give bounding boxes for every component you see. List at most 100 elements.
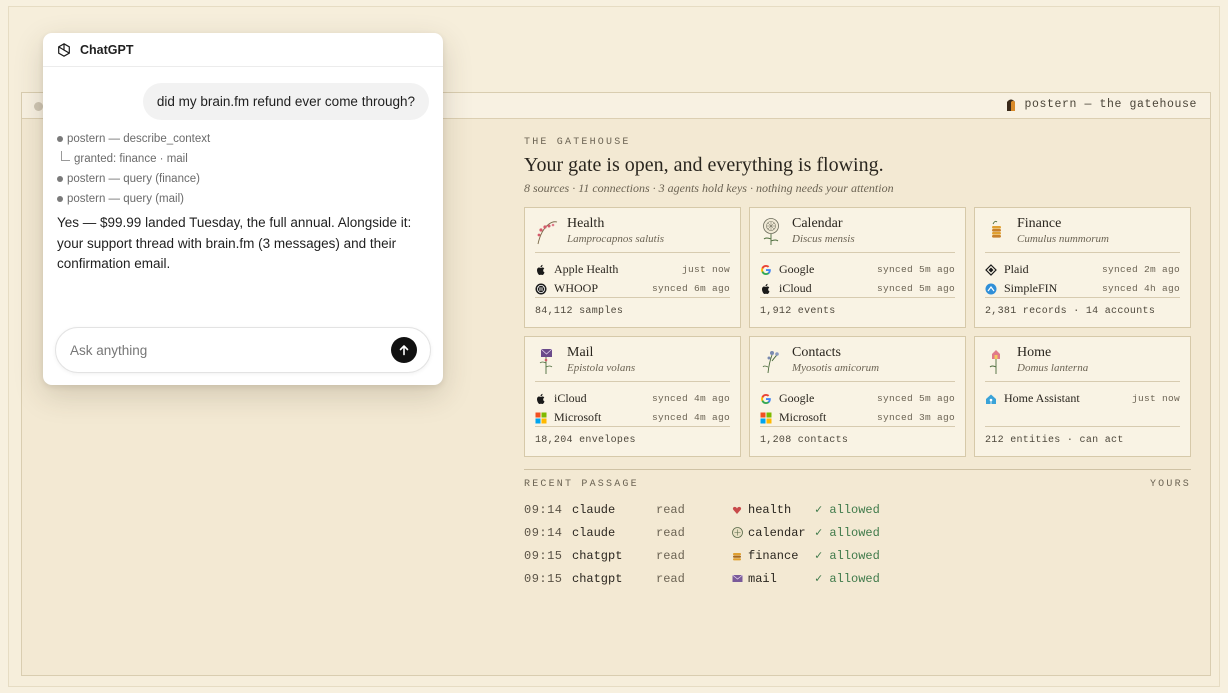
card-header: Calendar Discus mensis	[760, 216, 955, 253]
source-row[interactable]: Google synced 5m ago	[760, 260, 955, 279]
card-mail[interactable]: Mail Epistola volans iCloud synced 4m ag…	[524, 336, 741, 457]
passage-status: ✓ allowed	[815, 549, 880, 563]
card-title: Mail	[567, 345, 594, 360]
card-title: Contacts	[792, 345, 841, 360]
card-latin-name: Lamprocapnos salutis	[567, 233, 665, 245]
chat-composer	[55, 327, 431, 373]
card-calendar[interactable]: Calendar Discus mensis Google synced 5m …	[749, 207, 966, 328]
assistant-answer: Yes — $99.99 landed Tuesday, the full an…	[57, 215, 412, 271]
envelope-icon	[732, 573, 748, 585]
source-row[interactable]: Apple Health just now	[535, 260, 730, 279]
card-home[interactable]: Home Domus lanterna Home Assistant just …	[974, 336, 1191, 457]
microsoft-icon	[535, 412, 547, 424]
passage-target: health	[748, 502, 792, 517]
passage-status: ✓ allowed	[815, 526, 880, 540]
passage-filter-label[interactable]: YOURS	[1150, 479, 1191, 490]
source-row[interactable]: Google synced 5m ago	[760, 389, 955, 408]
apple-icon	[760, 283, 772, 295]
source-row[interactable]: Home Assistant just now	[985, 389, 1180, 408]
sync-status: synced 5m ago	[876, 393, 955, 404]
source-row[interactable]: Microsoft synced 3m ago	[760, 408, 955, 427]
card-header: Home Domus lanterna	[985, 345, 1180, 382]
source-row[interactable]: iCloud synced 4m ago	[535, 389, 730, 408]
trace-text: granted: finance · mail	[74, 153, 188, 165]
source-name: WHOOP	[554, 281, 598, 295]
source-row[interactable]: iCloud synced 5m ago	[760, 279, 955, 298]
window-close-dot[interactable]	[34, 102, 43, 111]
home-assistant-icon	[985, 393, 997, 405]
source-name: Plaid	[1004, 262, 1029, 276]
openai-logo-icon	[58, 42, 70, 57]
passage-action: read	[656, 548, 685, 563]
coins-icon	[732, 550, 748, 562]
card-latin-name: Myosotis amicorum	[792, 362, 880, 374]
sync-status: synced 6m ago	[651, 283, 730, 294]
gatehouse-main: THE GATEHOUSE Your gate is open, and eve…	[524, 137, 1191, 590]
card-title: Calendar	[792, 216, 843, 231]
card-latin-name: Domus lanterna	[1017, 362, 1089, 374]
sync-status: synced 4h ago	[1101, 283, 1180, 294]
arrow-up-icon	[399, 345, 409, 356]
passage-agent: claude	[572, 525, 616, 540]
sync-status: synced 5m ago	[876, 264, 955, 275]
source-row[interactable]: SimpleFIN synced 4h ago	[985, 279, 1180, 298]
flying-letter-icon	[539, 348, 553, 374]
card-title: Health	[567, 216, 605, 231]
card-footer-count: 1,208 contacts	[760, 426, 955, 456]
source-name: iCloud	[554, 391, 587, 405]
card-health[interactable]: Health Lamprocapnos salutis Apple Health…	[524, 207, 741, 328]
source-row[interactable]: Plaid synced 2m ago	[985, 260, 1180, 279]
passage-row: 09:15 chatgpt read finance ✓ allowed	[524, 544, 1191, 567]
trace-text: postern — query (mail)	[67, 193, 184, 205]
bullet-dot-icon	[57, 196, 63, 202]
passage-agent: chatgpt	[572, 571, 623, 586]
whoop-icon: W	[535, 283, 547, 295]
sync-status: just now	[1131, 393, 1180, 404]
page-headline: Your gate is open, and everything is flo…	[524, 154, 884, 176]
card-footer-count: 18,204 envelopes	[535, 426, 730, 456]
card-footer-count: 212 entities · can act	[985, 426, 1180, 456]
card-title: Home	[1017, 345, 1052, 360]
forget-me-not-icon	[762, 351, 779, 374]
chat-input[interactable]	[70, 342, 391, 358]
card-header: Contacts Myosotis amicorum	[760, 345, 955, 382]
passage-action: read	[656, 571, 685, 586]
passage-title: RECENT PASSAGE	[524, 479, 639, 490]
card-footer-count: 84,112 samples	[535, 297, 730, 327]
source-row[interactable]: Microsoft synced 4m ago	[535, 408, 730, 427]
trace-step[interactable]: postern — query (finance)	[57, 169, 210, 189]
card-title: Finance	[1017, 216, 1062, 231]
passage-action: read	[656, 502, 685, 517]
microsoft-icon	[760, 412, 772, 424]
passage-row: 09:14 claude read calendar ✓ allowed	[524, 521, 1191, 544]
trace-step[interactable]: postern — describe_context	[57, 129, 210, 149]
source-name: iCloud	[779, 281, 812, 295]
card-latin-name: Cumulus nummorum	[1017, 233, 1109, 245]
trace-step[interactable]: granted: finance · mail	[57, 149, 210, 169]
passage-target: finance	[748, 548, 799, 563]
trace-text: postern — describe_context	[67, 133, 211, 145]
source-name: Microsoft	[554, 410, 602, 424]
passage-time: 09:15	[524, 548, 563, 563]
card-contacts[interactable]: Contacts Myosotis amicorum Google synced…	[749, 336, 966, 457]
card-header: Finance Cumulus nummorum	[985, 216, 1180, 253]
dial-flower-icon	[763, 218, 779, 245]
card-header: Health Lamprocapnos salutis	[535, 216, 730, 253]
sync-status: synced 3m ago	[876, 412, 955, 423]
source-name: SimpleFIN	[1004, 281, 1058, 295]
user-message: did my brain.fm refund ever come through…	[142, 83, 429, 120]
source-name: Google	[779, 262, 815, 276]
sync-status: synced 4m ago	[651, 393, 730, 404]
apple-icon	[535, 393, 547, 405]
send-button[interactable]	[391, 337, 417, 363]
plaid-icon	[985, 263, 997, 276]
passage-target: mail	[748, 571, 777, 586]
branch-connector-icon	[61, 151, 70, 161]
card-finance[interactable]: Finance Cumulus nummorum Plaid synced 2m…	[974, 207, 1191, 328]
passage-row: 09:15 chatgpt read mail ✓ allowed	[524, 567, 1191, 590]
source-name: Microsoft	[779, 410, 827, 424]
trace-step[interactable]: postern — query (mail)	[57, 189, 210, 209]
source-row[interactable]: W WHOOP synced 6m ago	[535, 279, 730, 298]
apple-icon	[535, 264, 547, 276]
simplefin-icon	[985, 283, 997, 295]
